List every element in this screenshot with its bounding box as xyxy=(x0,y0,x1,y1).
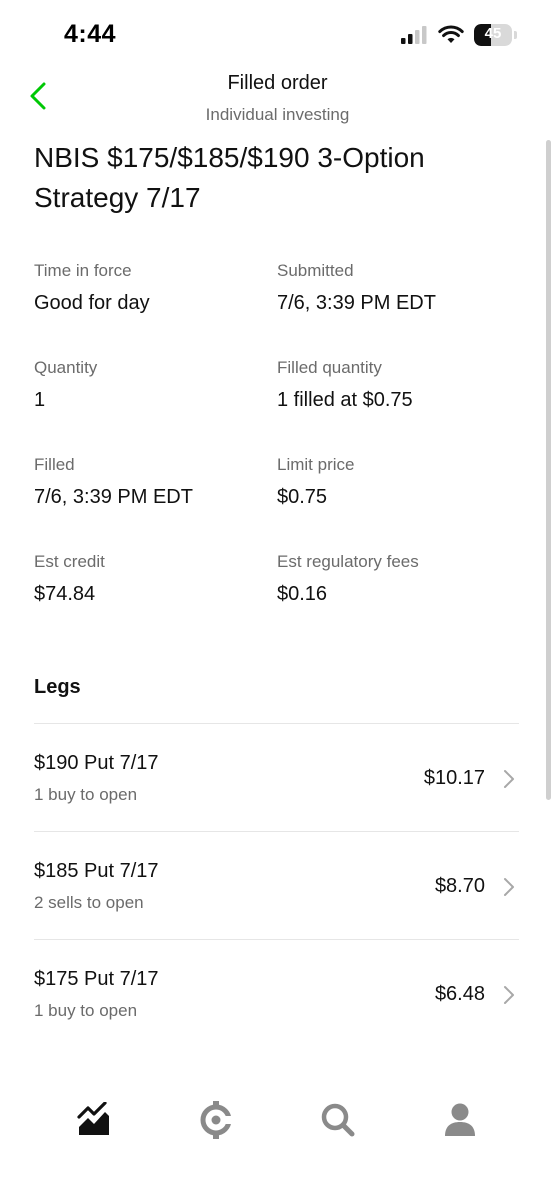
est-fees-value: $0.16 xyxy=(277,583,328,605)
submitted-value: 7/6, 3:39 PM EDT xyxy=(277,292,436,314)
status-bar: 4:44 45 xyxy=(0,0,555,70)
leg-name: $185 Put 7/17 xyxy=(34,860,159,882)
limit-price-value: $0.75 xyxy=(277,486,328,508)
filled-label: Filled xyxy=(34,455,75,474)
battery-cap xyxy=(514,31,517,39)
battery-percent: 45 xyxy=(484,25,502,42)
crypto-icon xyxy=(200,1101,233,1139)
search-icon xyxy=(321,1103,355,1137)
est-credit-value: $74.84 xyxy=(34,583,96,605)
wifi-icon xyxy=(438,25,464,43)
battery-icon: 45 xyxy=(474,24,512,46)
leg-action: 2 sells to open xyxy=(34,893,144,912)
chevron-right-icon xyxy=(504,986,514,1004)
filled-quantity-value: 1 filled at $0.75 xyxy=(277,389,413,411)
quantity: Quantity 1 xyxy=(34,357,284,412)
cellular-signal-icon xyxy=(401,26,427,44)
leg-action: 1 buy to open xyxy=(34,785,138,804)
filled-quantity-label: Filled quantity xyxy=(277,358,382,377)
leg-name: $175 Put 7/17 xyxy=(34,968,159,990)
submitted: Submitted 7/6, 3:39 PM EDT xyxy=(277,260,527,315)
filled: Filled 7/6, 3:39 PM EDT xyxy=(34,454,284,509)
leg-row-185-put[interactable]: $185 Put 7/17 2 sells to open $8.70 xyxy=(34,832,519,940)
limit-price: Limit price $0.75 xyxy=(277,454,527,509)
chevron-right-icon xyxy=(504,770,514,788)
est-regulatory-fees: Est regulatory fees $0.16 xyxy=(277,551,527,606)
time-in-force-value: Good for day xyxy=(34,292,150,314)
account-icon xyxy=(445,1103,475,1136)
legs-heading: Legs xyxy=(34,676,81,698)
leg-row-175-put[interactable]: $175 Put 7/17 1 buy to open $6.48 xyxy=(34,940,519,1048)
chart-icon xyxy=(77,1102,109,1135)
scrollbar[interactable] xyxy=(546,140,551,800)
leg-price: $6.48 xyxy=(434,983,485,1005)
submitted-label: Submitted xyxy=(277,261,354,280)
bottom-nav xyxy=(0,1090,555,1150)
status-time: 4:44 xyxy=(64,20,117,48)
leg-name: $190 Put 7/17 xyxy=(34,752,159,774)
quantity-label: Quantity xyxy=(34,358,98,377)
leg-price: $10.17 xyxy=(423,767,485,789)
filled-order-screen: 4:44 45 Filled order Individual investin… xyxy=(0,0,555,1200)
leg-row-190-put[interactable]: $190 Put 7/17 1 buy to open $10.17 xyxy=(34,724,519,832)
filled-quantity: Filled quantity 1 filled at $0.75 xyxy=(277,357,527,412)
time-in-force-label: Time in force xyxy=(34,261,132,280)
quantity-value: 1 xyxy=(34,389,46,411)
header-title: Filled order xyxy=(227,72,328,94)
status-icons: 45 xyxy=(400,24,517,46)
filled-value: 7/6, 3:39 PM EDT xyxy=(34,486,193,508)
est-credit: Est credit $74.84 xyxy=(34,551,284,606)
est-fees-label: Est regulatory fees xyxy=(277,552,419,571)
nav-investing-tab[interactable] xyxy=(64,1090,124,1150)
header-subtitle: Individual investing xyxy=(205,105,350,124)
chevron-right-icon xyxy=(504,878,514,896)
leg-action: 1 buy to open xyxy=(34,1001,138,1020)
nav-crypto-tab[interactable] xyxy=(186,1090,246,1150)
time-in-force: Time in force Good for day xyxy=(34,260,284,315)
nav-account-tab[interactable] xyxy=(430,1090,490,1150)
nav-search-tab[interactable] xyxy=(308,1090,368,1150)
limit-price-label: Limit price xyxy=(277,455,355,474)
page-title: NBIS $175/$185/$190 3-Option Strategy 7/… xyxy=(34,142,425,213)
leg-price: $8.70 xyxy=(434,875,485,897)
est-credit-label: Est credit xyxy=(34,552,105,571)
